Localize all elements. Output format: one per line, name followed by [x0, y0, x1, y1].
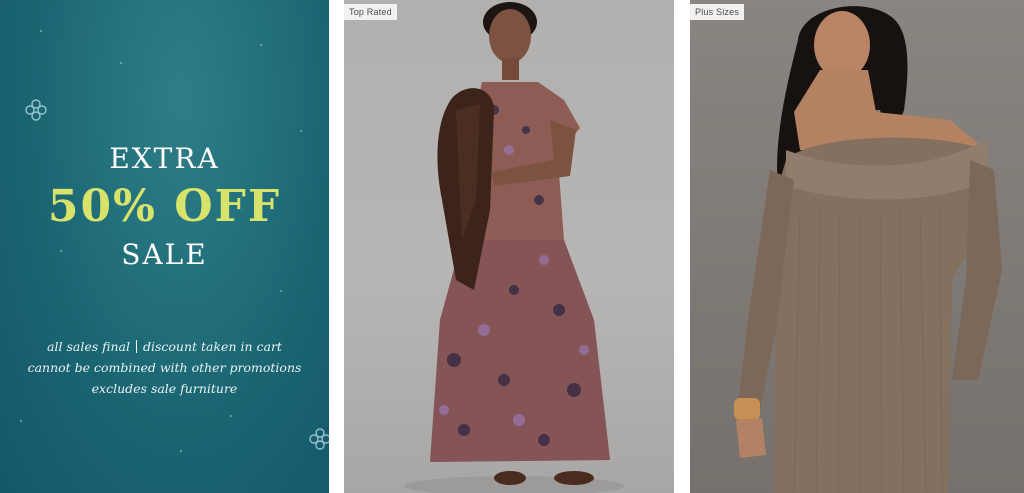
sparkle-decoration: [20, 420, 22, 422]
promo-fine-print: all sales final discount taken in cart ca…: [0, 336, 329, 399]
plus-sizes-badge: Plus Sizes: [690, 4, 745, 20]
product-image-floral-dress[interactable]: [344, 0, 674, 493]
headline-discount: 50% OFF: [47, 181, 282, 232]
fine-print-furniture: excludes sale furniture: [91, 381, 238, 396]
flower-ornament-icon: [25, 99, 47, 121]
flower-ornament-icon: [309, 428, 329, 450]
sparkle-decoration: [300, 130, 302, 132]
sparkle-decoration: [60, 250, 62, 252]
sparkle-decoration: [260, 44, 262, 46]
sparkle-decoration: [230, 415, 232, 417]
sparkle-decoration: [120, 62, 122, 64]
product-card-plus-sizes[interactable]: Plus Sizes: [690, 0, 1024, 493]
sparkle-decoration: [40, 30, 42, 32]
top-rated-badge: Top Rated: [344, 4, 397, 20]
product-image-knit-dress[interactable]: [690, 0, 1024, 493]
headline-sale: SALE: [121, 238, 208, 271]
fine-print-combine: cannot be combined with other promotions: [27, 360, 302, 375]
headline-extra: EXTRA: [109, 142, 220, 175]
product-card-top-rated[interactable]: Top Rated: [344, 0, 674, 493]
sparkle-decoration: [280, 290, 282, 292]
sparkle-decoration: [180, 450, 182, 452]
divider: [135, 340, 137, 353]
sale-headline: EXTRA 50% OFF SALE: [48, 142, 281, 272]
fine-print-final: all sales final: [47, 339, 130, 354]
fine-print-cart: discount taken in cart: [142, 339, 282, 354]
sale-promo-banner[interactable]: EXTRA 50% OFF SALE all sales final discou…: [0, 0, 329, 493]
